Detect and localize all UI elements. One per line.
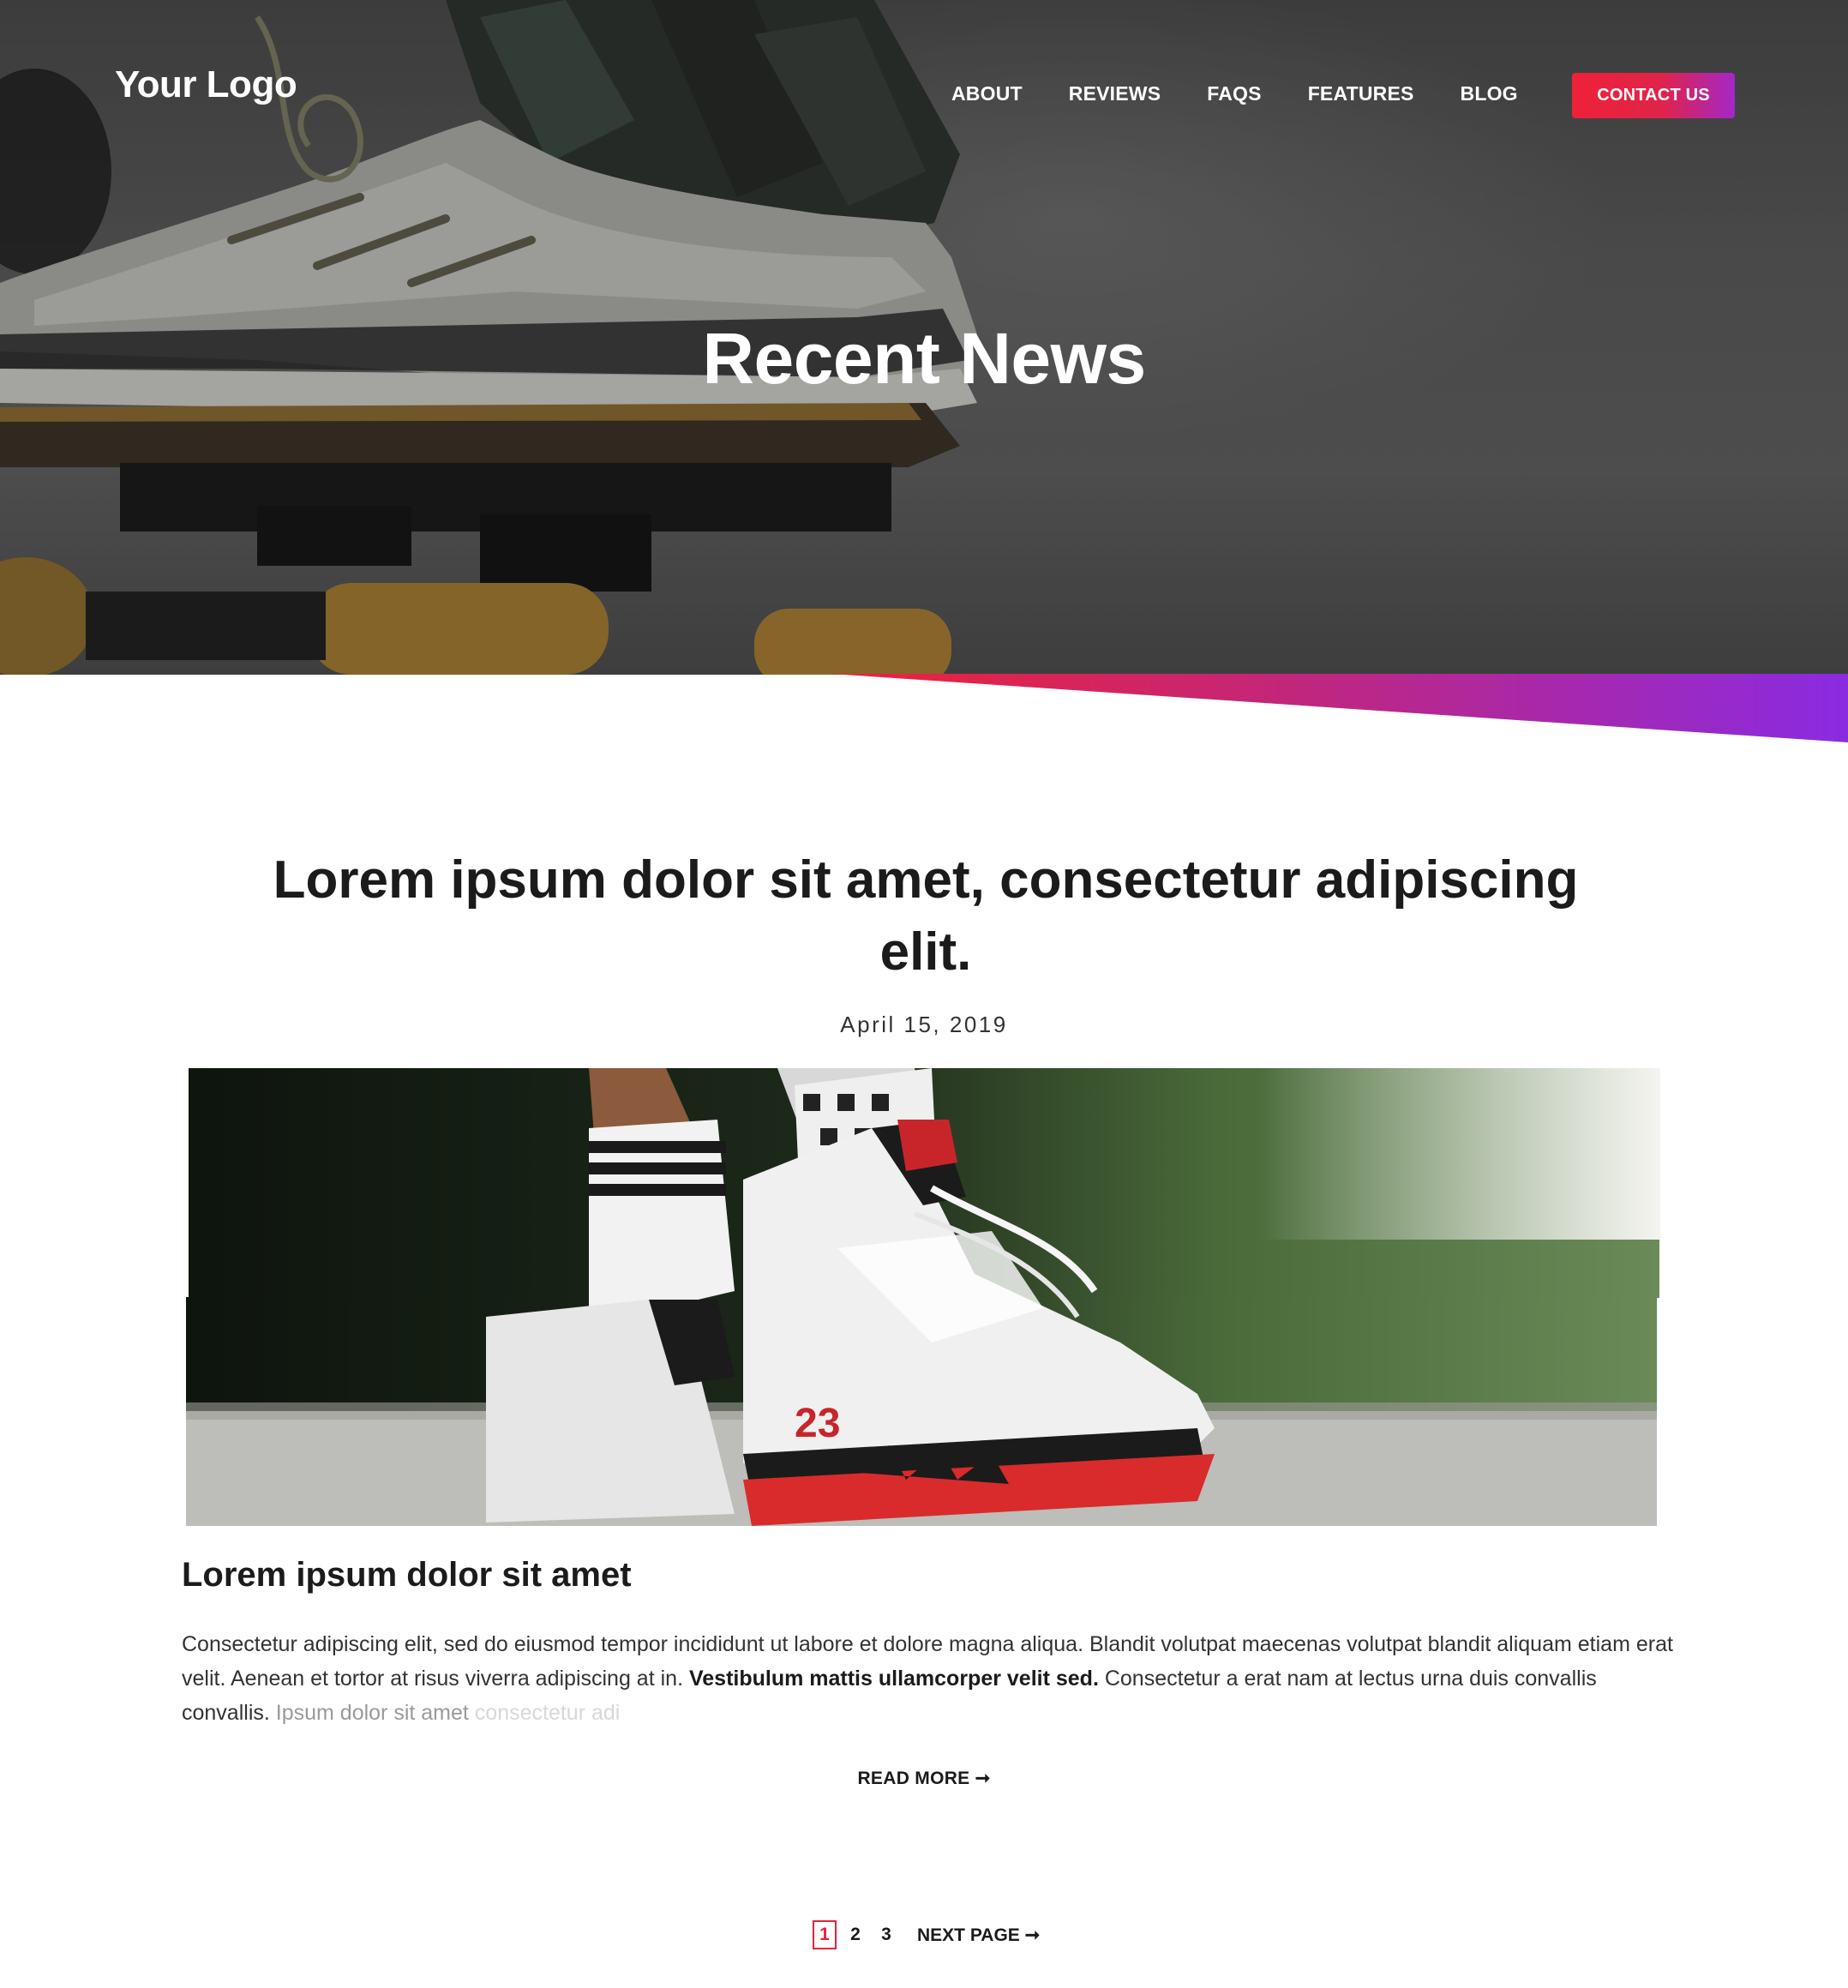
main-navigation: ABOUT REVIEWS FAQS FEATURES BLOG	[951, 82, 1564, 105]
read-more-link[interactable]: READ MORE ➞	[0, 1768, 1848, 1789]
page-1-link[interactable]: 1	[813, 1920, 837, 1949]
excerpt-fade-text-end: consectetur adi	[474, 1701, 621, 1725]
hero-banner: Your Logo ABOUT REVIEWS FAQS FEATURES BL…	[0, 0, 1848, 675]
article-feature-image[interactable]: 23	[186, 1068, 1662, 1526]
excerpt-bold-text: Vestibulum mattis ullamcorper velit sed.	[688, 1667, 1099, 1691]
next-page-link[interactable]: NEXT PAGE ➞	[917, 1925, 1040, 1946]
post-excerpt: Consectetur adipiscing elit, sed do eius…	[182, 1627, 1673, 1730]
nav-blog[interactable]: BLOG	[1461, 82, 1518, 105]
article-title[interactable]: Lorem ipsum dolor sit amet, consectetur …	[257, 844, 1594, 988]
article-date: April 15, 2019	[840, 1012, 1008, 1037]
nav-reviews[interactable]: REVIEWS	[1069, 82, 1161, 105]
excerpt-fade-text: Ipsum dolor sit amet	[275, 1701, 475, 1725]
pagination: 1 2 3 NEXT PAGE ➞	[813, 1920, 1040, 1949]
contact-us-button[interactable]: CONTACT US	[1572, 73, 1735, 118]
nav-faqs[interactable]: FAQS	[1207, 82, 1261, 105]
svg-text:23: 23	[795, 1401, 840, 1446]
site-logo[interactable]: Your Logo	[115, 63, 297, 106]
page-2-link[interactable]: 2	[843, 1920, 867, 1949]
nav-features[interactable]: FEATURES	[1308, 82, 1414, 105]
hero-title: Recent News	[702, 318, 1146, 399]
gradient-accent-wedge	[831, 674, 1848, 742]
nav-about[interactable]: ABOUT	[951, 82, 1023, 105]
post-heading[interactable]: Lorem ipsum dolor sit amet	[182, 1556, 632, 1595]
page-3-link[interactable]: 3	[874, 1920, 898, 1949]
